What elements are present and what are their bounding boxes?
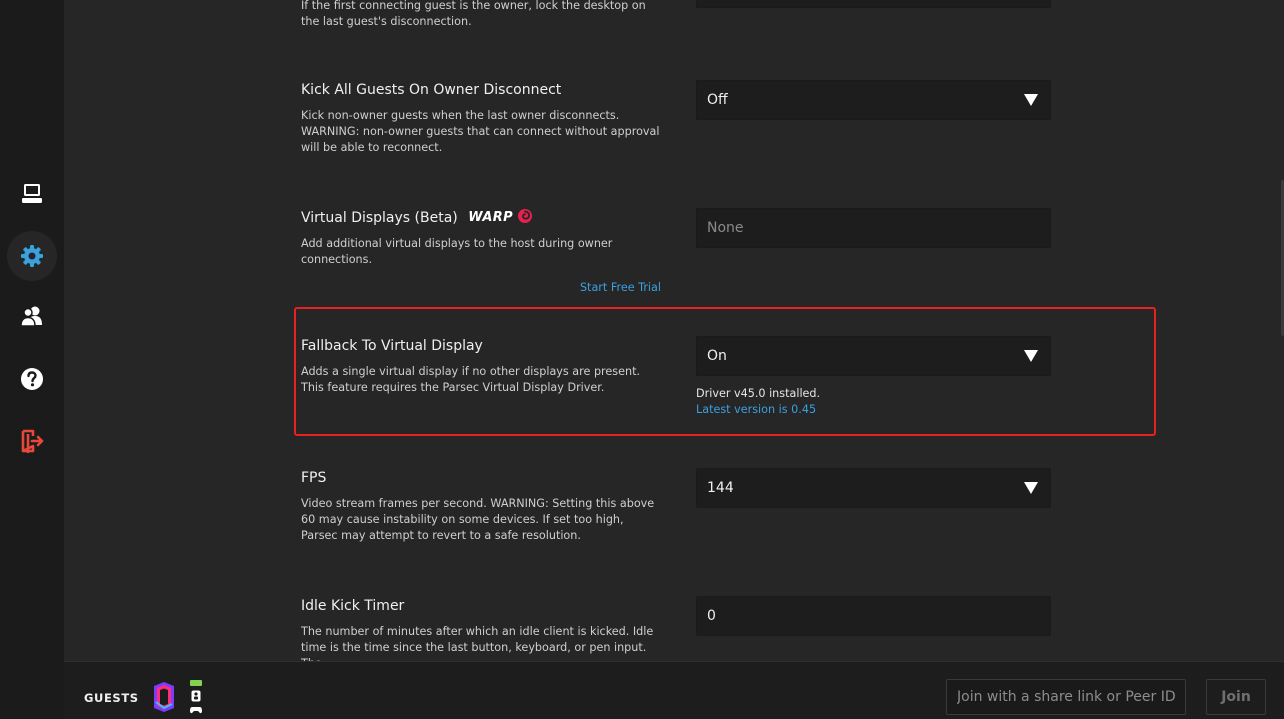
- fps-select[interactable]: 144: [696, 468, 1051, 508]
- computer-icon: [22, 184, 42, 203]
- help-icon: [21, 368, 43, 390]
- setting-description: If the first connecting guest is the own…: [301, 0, 646, 28]
- nav-friends-button[interactable]: [7, 291, 57, 341]
- start-free-trial-link[interactable]: Start Free Trial: [580, 281, 661, 294]
- setting-virtual-displays: Virtual Displays (Beta) WARP Add additio…: [301, 208, 661, 295]
- setting-description: Video stream frames per second. WARNING:…: [301, 497, 655, 542]
- friends-icon: [20, 306, 42, 327]
- logout-icon: [21, 429, 44, 453]
- guest-status-badge: [190, 680, 202, 686]
- setting-description: Kick non-owner guests when the last owne…: [301, 109, 660, 154]
- setting-lock-desktop: If the first connecting guest is the own…: [301, 0, 661, 30]
- guest-avatar[interactable]: [189, 680, 203, 716]
- join-share-link-input[interactable]: [946, 679, 1186, 715]
- guests-label: GUESTS: [84, 691, 139, 705]
- setting-title: Virtual Displays (Beta) WARP: [301, 208, 661, 228]
- caret-down-icon: [1024, 94, 1038, 106]
- gamepad-icon: [190, 707, 202, 714]
- highlight-box: [294, 307, 1156, 436]
- warp-swirl-icon: [518, 209, 533, 223]
- setting-description: Add additional virtual displays to the h…: [301, 237, 613, 266]
- select-value: Off: [707, 92, 728, 108]
- nav-settings-button[interactable]: [7, 231, 57, 281]
- idle-kick-timer-input[interactable]: 0: [696, 596, 1051, 636]
- guests-footer: GUESTS Join: [64, 661, 1284, 719]
- input-value: 0: [707, 608, 716, 624]
- parsec-logo-icon: [154, 682, 174, 712]
- setting-fps: FPS Video stream frames per second. WARN…: [301, 468, 661, 544]
- guest-person-icon: [191, 690, 201, 702]
- input-placeholder: None: [707, 220, 744, 236]
- sidebar: [0, 0, 64, 719]
- nav-logout-button[interactable]: [7, 416, 57, 466]
- select-value: 144: [707, 480, 734, 496]
- warp-badge: WARP: [468, 210, 513, 225]
- nav-help-button[interactable]: [7, 354, 57, 404]
- setting-description: The number of minutes after which an idl…: [301, 625, 654, 661]
- setting-title-text: Virtual Displays (Beta): [301, 210, 458, 226]
- setting-title: FPS: [301, 470, 327, 486]
- nav-computers-button[interactable]: [7, 169, 57, 219]
- setting-idle-kick-timer: Idle Kick Timer The number of minutes af…: [301, 596, 661, 661]
- virtual-displays-input[interactable]: None: [696, 208, 1051, 248]
- settings-panel: If the first connecting guest is the own…: [64, 0, 1284, 661]
- kick-all-guests-select[interactable]: Off: [696, 80, 1051, 120]
- caret-down-icon: [1024, 482, 1038, 494]
- setting-title: Kick All Guests On Owner Disconnect: [301, 82, 562, 98]
- gear-icon: [21, 245, 43, 267]
- lock-desktop-select[interactable]: [696, 0, 1051, 8]
- setting-title: Idle Kick Timer: [301, 598, 405, 614]
- setting-kick-all-guests: Kick All Guests On Owner Disconnect Kick…: [301, 80, 661, 156]
- join-button[interactable]: Join: [1206, 679, 1266, 715]
